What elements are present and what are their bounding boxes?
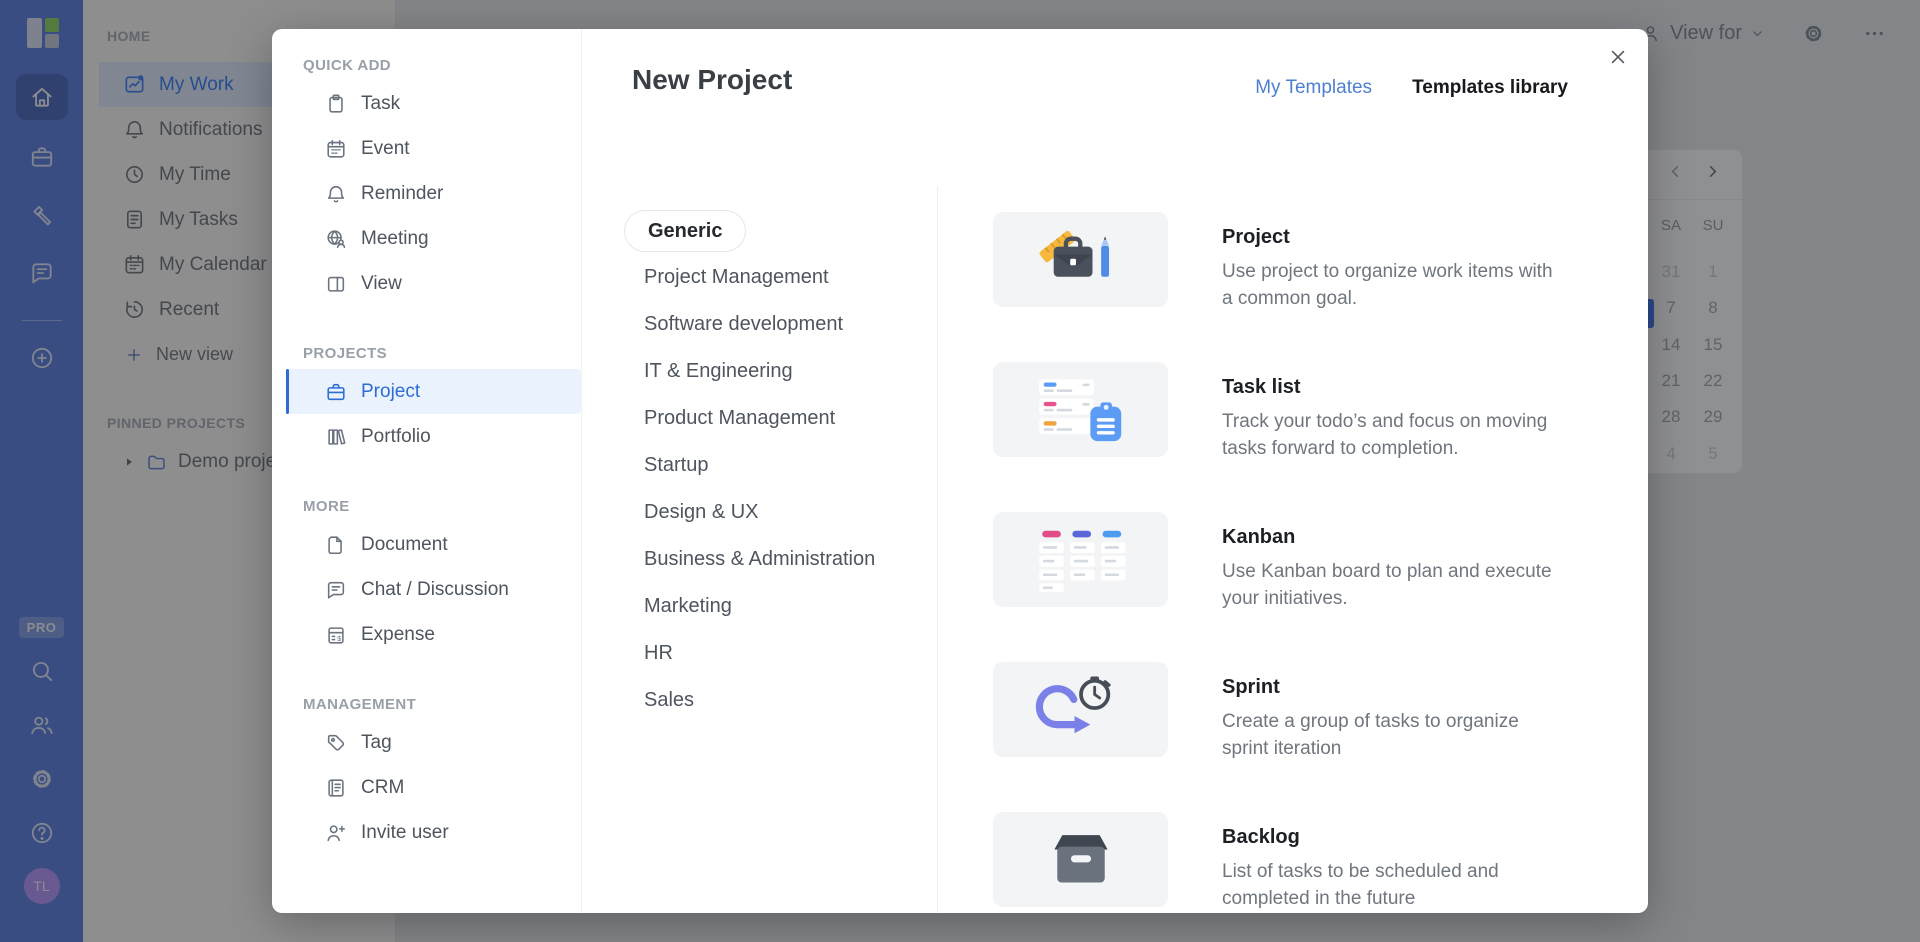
menu-item-meeting[interactable]: Meeting	[272, 216, 581, 261]
category-design-ux[interactable]: Design & UX	[624, 489, 759, 536]
menu-item-label: Meeting	[361, 228, 429, 250]
menu-item-event[interactable]: Event	[272, 126, 581, 171]
menu-item-crm[interactable]: CRM	[272, 765, 581, 810]
globe-user-icon	[325, 228, 347, 250]
menu-item-task[interactable]: Task	[272, 81, 581, 126]
menu-section-more: MORE Document Chat / Discussion $ Expense	[272, 498, 581, 657]
menu-item-label: Document	[361, 534, 448, 556]
project-illustration	[993, 212, 1168, 307]
template-card-task-list[interactable]: Task list Track your todo’s and focus on …	[993, 362, 1568, 463]
menu-item-label: Project	[361, 381, 420, 403]
menu-item-label: Chat / Discussion	[361, 579, 509, 601]
category-marketing[interactable]: Marketing	[624, 583, 732, 630]
category-hr[interactable]: HR	[624, 630, 673, 677]
clipboard-icon	[325, 93, 347, 115]
menu-item-label: View	[361, 273, 402, 295]
menu-item-portfolio[interactable]: Portfolio	[272, 414, 581, 459]
category-product-management[interactable]: Product Management	[624, 395, 835, 442]
menu-section-header: MORE	[303, 498, 581, 514]
svg-text:$: $	[337, 634, 341, 643]
menu-item-invite-user[interactable]: Invite user	[272, 810, 581, 855]
books-icon	[325, 426, 347, 448]
menu-section-header: PROJECTS	[303, 345, 581, 361]
menu-section-management: MANAGEMENT Tag CRM Invite user	[272, 696, 581, 855]
template-list: Project Use project to organize work item…	[993, 212, 1568, 942]
sprint-illustration	[993, 662, 1168, 757]
cash-register-icon: $	[325, 624, 347, 646]
menu-item-label: Invite user	[361, 822, 449, 844]
menu-item-tag[interactable]: Tag	[272, 720, 581, 765]
template-card-text: Project Use project to organize work item…	[1222, 218, 1568, 313]
bell-icon	[325, 183, 347, 205]
menu-item-expense[interactable]: $ Expense	[272, 612, 581, 657]
user-plus-icon	[325, 822, 347, 844]
template-description: List of tasks to be scheduled and comple…	[1222, 859, 1568, 913]
task-list-illustration	[993, 362, 1168, 457]
close-button[interactable]	[1604, 43, 1632, 71]
menu-section-header: MANAGEMENT	[303, 696, 581, 712]
modal-vertical-divider	[937, 186, 938, 913]
template-card-text: Kanban Use Kanban board to plan and execu…	[1222, 518, 1568, 613]
template-categories: GenericProject ManagementSoftware develo…	[624, 210, 875, 724]
layout-icon	[325, 273, 347, 295]
menu-item-reminder[interactable]: Reminder	[272, 171, 581, 216]
category-project-management[interactable]: Project Management	[624, 254, 829, 301]
template-card-kanban[interactable]: Kanban Use Kanban board to plan and execu…	[993, 512, 1568, 613]
template-card-text: Sprint Create a group of tasks to organiz…	[1222, 668, 1568, 763]
modal-tabs: My Templates Templates library	[1255, 77, 1568, 99]
menu-item-label: Tag	[361, 732, 392, 754]
modal-side-menu: QUICK ADD Task Event Reminder Meeting View PRO…	[272, 29, 582, 913]
menu-item-chat-discussion[interactable]: Chat / Discussion	[272, 567, 581, 612]
ledger-icon	[325, 777, 347, 799]
menu-item-label: Portfolio	[361, 426, 431, 448]
kanban-illustration	[993, 512, 1168, 607]
template-description: Track your todo’s and focus on moving ta…	[1222, 409, 1568, 463]
category-business-administration[interactable]: Business & Administration	[624, 536, 875, 583]
menu-item-label: Reminder	[361, 183, 443, 205]
menu-item-view[interactable]: View	[272, 261, 581, 306]
template-card-project[interactable]: Project Use project to organize work item…	[993, 212, 1568, 313]
category-it-engineering[interactable]: IT & Engineering	[624, 348, 793, 395]
file-icon	[325, 534, 347, 556]
menu-section-header: QUICK ADD	[303, 57, 581, 73]
category-generic[interactable]: Generic	[624, 210, 746, 252]
template-title: Kanban	[1222, 526, 1568, 549]
template-description: Create a group of tasks to organize spri…	[1222, 709, 1568, 763]
app-window: PRO TL HOME My WorkNotificationsMy TimeM…	[0, 0, 1920, 942]
template-title: Task list	[1222, 376, 1568, 399]
menu-item-label: Task	[361, 93, 400, 115]
category-software-development[interactable]: Software development	[624, 301, 843, 348]
menu-section-quick-add: QUICK ADD Task Event Reminder Meeting View	[272, 57, 581, 306]
tag-icon	[325, 732, 347, 754]
template-card-text: Backlog List of tasks to be scheduled and…	[1222, 818, 1568, 913]
template-title: Sprint	[1222, 676, 1568, 699]
tab-my-templates[interactable]: My Templates	[1255, 77, 1372, 99]
template-title: Backlog	[1222, 826, 1568, 849]
close-icon	[1608, 47, 1628, 67]
backlog-illustration	[993, 812, 1168, 907]
template-title: Project	[1222, 226, 1568, 249]
briefcase-icon	[325, 381, 347, 403]
template-card-text: Task list Track your todo’s and focus on …	[1222, 368, 1568, 463]
chat-icon	[325, 579, 347, 601]
new-project-modal: QUICK ADD Task Event Reminder Meeting View PRO…	[272, 29, 1648, 913]
template-description: Use Kanban board to plan and execute you…	[1222, 559, 1568, 613]
menu-section-projects: PROJECTS Project Portfolio	[272, 345, 581, 459]
template-card-backlog[interactable]: Backlog List of tasks to be scheduled and…	[993, 812, 1568, 913]
tab-templates-library[interactable]: Templates library	[1412, 77, 1568, 99]
category-sales[interactable]: Sales	[624, 677, 694, 724]
template-description: Use project to organize work items with …	[1222, 259, 1568, 313]
category-startup[interactable]: Startup	[624, 442, 708, 489]
menu-item-label: Expense	[361, 624, 435, 646]
menu-item-label: Event	[361, 138, 410, 160]
template-card-sprint[interactable]: Sprint Create a group of tasks to organiz…	[993, 662, 1568, 763]
menu-item-project[interactable]: Project	[286, 369, 581, 414]
menu-item-label: CRM	[361, 777, 404, 799]
calendar-icon	[325, 138, 347, 160]
menu-item-document[interactable]: Document	[272, 522, 581, 567]
